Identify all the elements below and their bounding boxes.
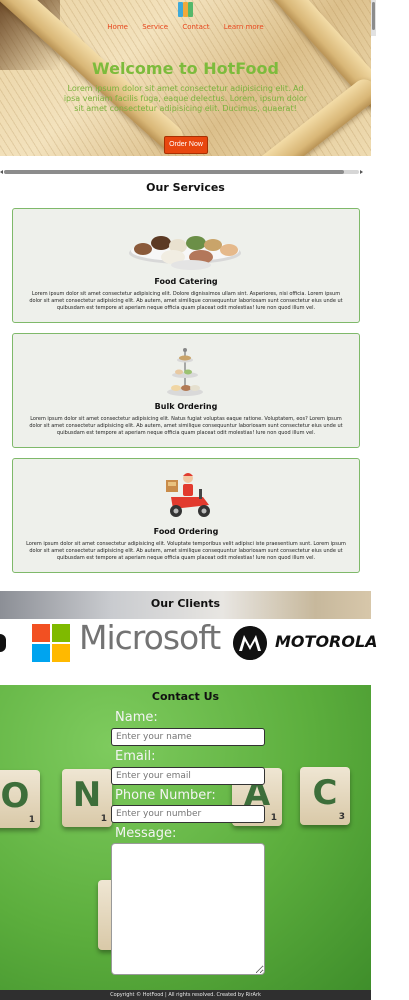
card-title: Bulk Ordering xyxy=(154,402,218,411)
hero-title: Welcome to HotFood xyxy=(92,59,279,78)
nav-service-link[interactable]: Service xyxy=(142,23,168,31)
scroll-right-arrow-icon[interactable] xyxy=(360,170,363,174)
email-input[interactable] xyxy=(111,767,265,785)
letter-tile: N1 xyxy=(62,769,112,827)
letter-tile: O1 xyxy=(0,770,40,828)
site-footer: Copyright © HotFood | All rights resolve… xyxy=(0,990,371,1000)
hero-lede: Lorem ipsum dolor sit amet consectetur a… xyxy=(63,84,308,113)
scroll-left-arrow-icon[interactable] xyxy=(0,170,3,174)
phone-input[interactable] xyxy=(111,805,265,823)
email-label: Email: xyxy=(115,749,156,764)
message-label: Message: xyxy=(115,826,177,841)
letter-tile: C3 xyxy=(300,767,350,825)
contact-title: Contact Us xyxy=(151,690,220,703)
service-card-bulk-ordering: Bulk Ordering Lorem ipsum dolor sit amet… xyxy=(12,333,360,448)
name-input[interactable] xyxy=(111,728,265,746)
card-text: Lorem ipsum dolor sit amet consectetur a… xyxy=(29,291,343,311)
services-title: Our Services xyxy=(146,181,225,194)
nav-learn-more-link[interactable]: Learn more xyxy=(224,23,264,31)
vertical-scrollbar[interactable] xyxy=(371,0,376,36)
main-nav: Home Service Contact Learn more xyxy=(0,23,371,31)
phone-label: Phone Number: xyxy=(115,788,216,803)
card-title: Food Ordering xyxy=(153,527,219,536)
contact-section: O1 N1 A1 C3 Contact Us Name: Email: Phon… xyxy=(0,685,371,990)
delivery-scooter-icon xyxy=(166,473,210,517)
food-platter-icon xyxy=(129,236,241,270)
message-textarea[interactable] xyxy=(111,843,265,975)
nav-home-link[interactable]: Home xyxy=(107,23,128,31)
apple-logo-icon xyxy=(0,634,6,652)
motorola-wordmark: MOTOROLA xyxy=(275,632,378,651)
card-title: Food Catering xyxy=(154,277,218,286)
service-card-food-catering: Food Catering Lorem ipsum dolor sit amet… xyxy=(12,208,360,323)
nav-contact-link[interactable]: Contact xyxy=(182,23,209,31)
card-text: Lorem ipsum dolor sit amet consectetur a… xyxy=(26,541,346,561)
site-logo-icon[interactable] xyxy=(178,2,194,17)
clients-title: Our Clients xyxy=(150,597,221,610)
microsoft-logo-icon xyxy=(32,624,70,662)
microsoft-wordmark: Microsoft xyxy=(79,618,221,657)
cake-stand-icon xyxy=(167,348,203,396)
name-label: Name: xyxy=(115,710,158,725)
service-card-food-ordering: Food Ordering Lorem ipsum dolor sit amet… xyxy=(12,458,360,573)
order-now-button[interactable]: Order Now xyxy=(164,136,208,154)
card-text: Lorem ipsum dolor sit amet consectetur a… xyxy=(29,416,343,436)
horizontal-scrollbar[interactable] xyxy=(4,170,359,174)
hero-banner: Home Service Contact Learn more Welcome … xyxy=(0,0,371,156)
motorola-logo-icon xyxy=(233,626,267,660)
